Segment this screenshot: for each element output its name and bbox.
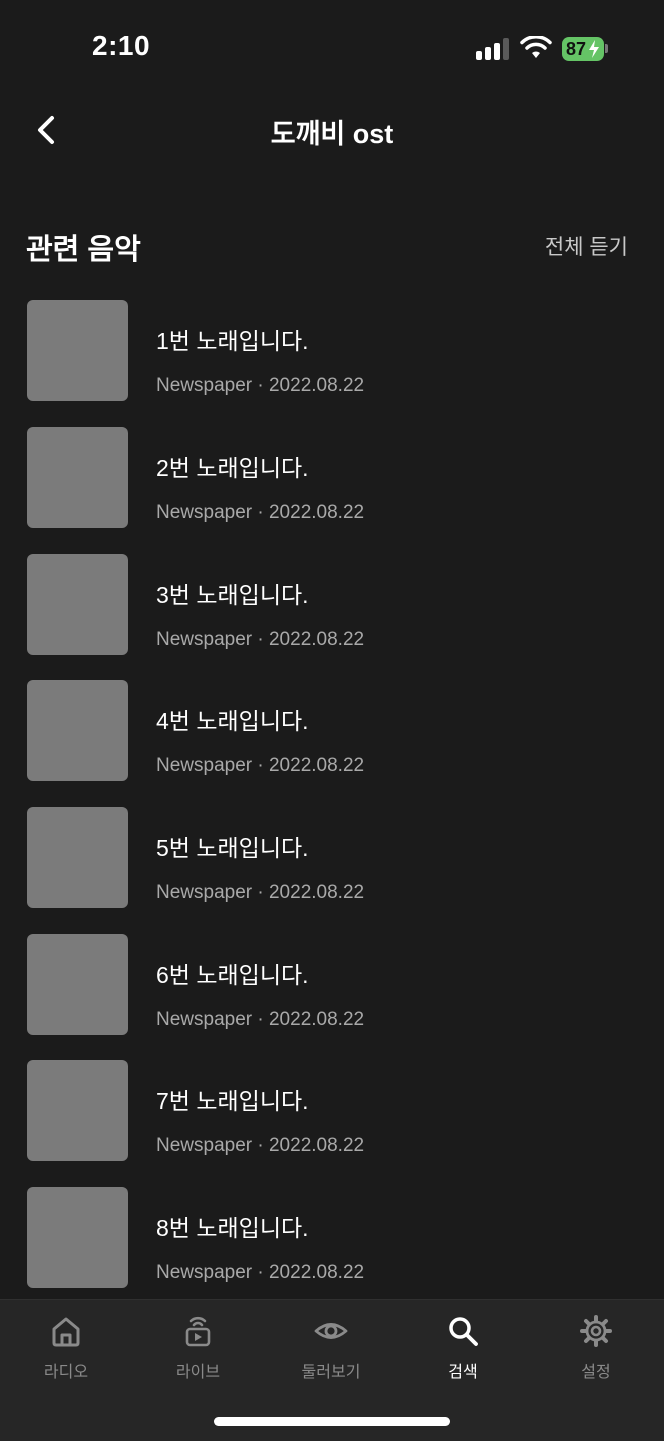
track-thumbnail <box>27 554 128 655</box>
nav-header: 도깨비 ost <box>0 100 664 160</box>
gear-icon <box>580 1315 612 1347</box>
home-indicator[interactable] <box>214 1417 450 1426</box>
track-row[interactable]: 1번 노래입니다. Newspaper · 2022.08.22 <box>0 300 664 402</box>
track-thumbnail <box>27 1060 128 1161</box>
track-meta: Newspaper · 2022.08.22 <box>156 1262 365 1283</box>
track-meta: Newspaper · 2022.08.22 <box>156 882 365 903</box>
track-title: 6번 노래입니다. <box>156 962 309 988</box>
track-meta: Newspaper · 2022.08.22 <box>156 1135 365 1156</box>
track-title: 8번 노래입니다. <box>156 1215 309 1241</box>
track-title: 7번 노래입니다. <box>156 1088 309 1114</box>
track-meta: Newspaper · 2022.08.22 <box>156 629 365 650</box>
track-row[interactable]: 8번 노래입니다. Newspaper · 2022.08.22 <box>0 1187 664 1289</box>
tab-label: 라디오 <box>43 1364 89 1381</box>
track-title: 3번 노래입니다. <box>156 582 309 608</box>
track-title: 2번 노래입니다. <box>156 455 309 481</box>
status-time: 2:10 <box>92 30 151 61</box>
wifi-icon <box>520 36 552 58</box>
battery-cap <box>605 44 608 53</box>
charging-bolt-icon <box>589 40 599 58</box>
tab-label: 검색 <box>448 1364 478 1381</box>
track-row[interactable]: 3번 노래입니다. Newspaper · 2022.08.22 <box>0 554 664 656</box>
track-meta: Newspaper · 2022.08.22 <box>156 1009 365 1030</box>
tab-label: 설정 <box>581 1364 611 1381</box>
tab-label: 라이브 <box>175 1364 221 1381</box>
tab-browse[interactable]: 둘러보기 <box>286 1314 376 1384</box>
track-row[interactable]: 4번 노래입니다. Newspaper · 2022.08.22 <box>0 680 664 782</box>
track-row[interactable]: 5번 노래입니다. Newspaper · 2022.08.22 <box>0 807 664 909</box>
eye-icon <box>314 1323 348 1339</box>
play-all-button[interactable]: 전체 듣기 <box>545 231 628 261</box>
track-thumbnail <box>27 680 128 781</box>
track-meta: Newspaper · 2022.08.22 <box>156 502 365 523</box>
tab-live[interactable]: 라이브 <box>153 1314 243 1384</box>
track-row[interactable]: 6번 노래입니다. Newspaper · 2022.08.22 <box>0 934 664 1036</box>
status-bar: 2:10 87 <box>0 0 664 100</box>
track-thumbnail <box>27 300 128 401</box>
track-thumbnail <box>27 934 128 1035</box>
live-radio-icon <box>185 1316 211 1347</box>
battery-level: 87 <box>566 39 587 59</box>
track-row[interactable]: 7번 노래입니다. Newspaper · 2022.08.22 <box>0 1060 664 1162</box>
track-thumbnail <box>27 807 128 908</box>
track-title: 1번 노래입니다. <box>156 328 309 354</box>
tab-radio[interactable]: 라디오 <box>21 1314 111 1384</box>
track-meta: Newspaper · 2022.08.22 <box>156 375 365 396</box>
tab-settings[interactable]: 설정 <box>551 1314 641 1384</box>
section-title: 관련 음악 <box>26 234 141 266</box>
cellular-signal-icon <box>476 38 510 60</box>
track-title: 5번 노래입니다. <box>156 835 309 861</box>
track-thumbnail <box>27 427 128 528</box>
home-icon <box>52 1317 80 1347</box>
track-meta: Newspaper · 2022.08.22 <box>156 755 365 776</box>
search-icon <box>449 1317 478 1346</box>
tab-label: 둘러보기 <box>301 1364 361 1381</box>
page-title: 도깨비 ost <box>270 119 394 149</box>
track-title: 4번 노래입니다. <box>156 708 309 734</box>
track-row[interactable]: 2번 노래입니다. Newspaper · 2022.08.22 <box>0 427 664 529</box>
tab-search[interactable]: 검색 <box>418 1314 508 1384</box>
track-thumbnail <box>27 1187 128 1288</box>
